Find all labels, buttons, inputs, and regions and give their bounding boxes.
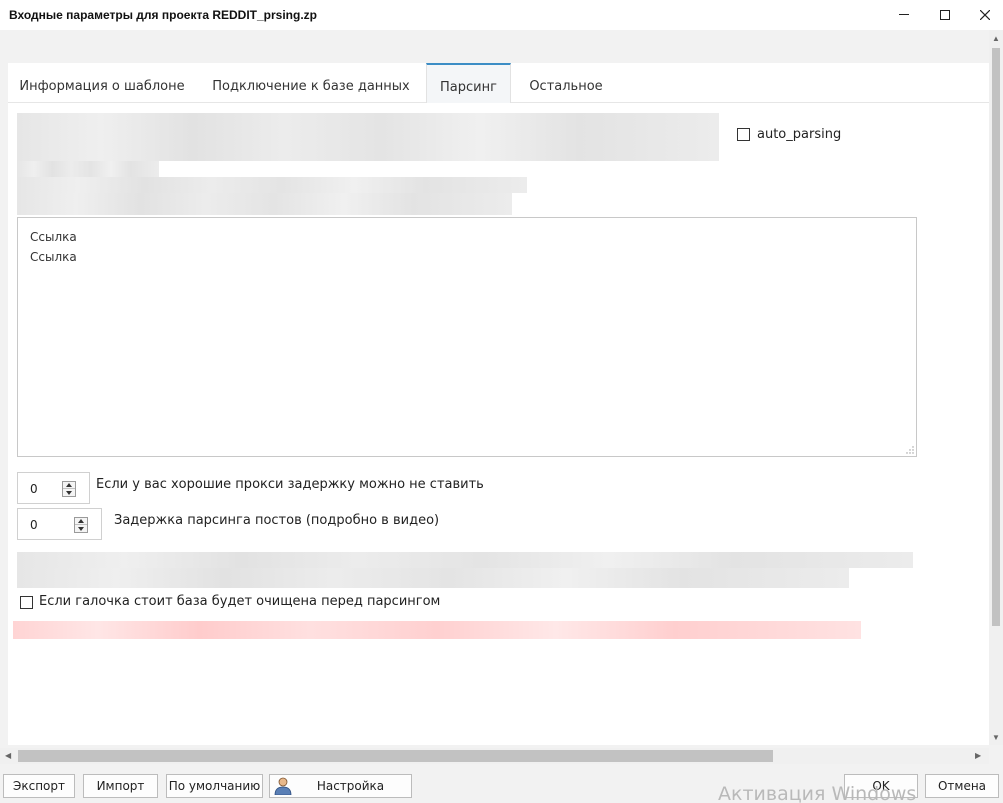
scroll-up-icon[interactable]: ▲ <box>992 34 1000 43</box>
window-title: Входные параметры для проекта REDDIT_prs… <box>9 8 318 22</box>
post-delay-label: Задержка парсинга постов (подробно в вид… <box>114 513 440 528</box>
toolbar-strip <box>0 30 989 63</box>
post-delay-spinner[interactable]: 0 <box>17 508 102 540</box>
tab-bar: Информация о шаблоне Подключение к базе … <box>8 63 989 103</box>
spin-down-icon[interactable] <box>63 489 75 496</box>
scroll-left-icon[interactable]: ◀ <box>5 751 11 760</box>
delay-label: Если у вас хорошие прокси задержку можно… <box>96 477 484 492</box>
close-button[interactable] <box>967 0 1003 30</box>
tab-template-info[interactable]: Информация о шаблоне <box>16 63 188 103</box>
redacted-text <box>17 113 719 129</box>
horizontal-scrollbar[interactable]: ◀ ▶ <box>0 748 989 764</box>
links-line: Ссылка <box>30 250 77 264</box>
delay-spinner[interactable]: 0 <box>17 472 90 504</box>
maximize-icon <box>940 10 950 20</box>
redacted-text <box>17 177 527 193</box>
clear-db-checkbox[interactable] <box>20 596 33 609</box>
vertical-scrollbar[interactable]: ▲ ▼ <box>989 30 1003 745</box>
close-icon <box>980 10 990 20</box>
delay-value[interactable]: 0 <box>30 482 38 496</box>
auto-parsing-label: auto_parsing <box>757 127 842 142</box>
dialog-window: Входные параметры для проекта REDDIT_prs… <box>0 0 1003 803</box>
spin-up-icon[interactable] <box>75 518 87 525</box>
delay-spinner-buttons[interactable] <box>62 481 76 497</box>
tab-database-connection[interactable]: Подключение к базе данных <box>211 63 411 103</box>
auto-parsing-checkbox[interactable] <box>737 128 750 141</box>
cancel-button[interactable]: Отмена <box>925 774 999 798</box>
spin-up-icon[interactable] <box>63 482 75 489</box>
resize-grip-icon[interactable] <box>906 446 914 454</box>
profile-settings-button[interactable]: Настройка профиля <box>269 774 412 803</box>
post-delay-value[interactable]: 0 <box>30 518 38 532</box>
spin-down-icon[interactable] <box>75 525 87 532</box>
title-bar: Входные параметры для проекта REDDIT_prs… <box>0 0 1003 30</box>
clear-db-label: Если галочка стоит база будет очищена пе… <box>39 594 441 609</box>
default-button[interactable]: По умолчанию <box>166 774 263 798</box>
redacted-warning-text <box>13 621 861 639</box>
redacted-text <box>17 129 719 145</box>
tab-parsing[interactable]: Парсинг <box>426 63 511 103</box>
redacted-text <box>17 552 913 568</box>
horizontal-scroll-thumb[interactable] <box>18 750 773 762</box>
redacted-text <box>17 161 159 177</box>
links-textarea[interactable]: Ссылка Ссылка <box>17 217 917 457</box>
redacted-text <box>17 568 849 588</box>
minimize-icon <box>899 14 909 15</box>
import-button[interactable]: Импорт <box>83 774 158 798</box>
post-delay-spinner-buttons[interactable] <box>74 517 88 533</box>
vertical-scroll-thumb[interactable] <box>992 48 1000 626</box>
scroll-right-icon[interactable]: ▶ <box>975 751 981 760</box>
links-line: Ссылка <box>30 230 77 244</box>
maximize-button[interactable] <box>927 0 963 30</box>
redacted-text <box>17 193 512 215</box>
minimize-button[interactable] <box>886 0 922 30</box>
redacted-text <box>17 145 719 161</box>
user-profile-icon <box>274 777 292 795</box>
scroll-down-icon[interactable]: ▼ <box>992 733 1000 742</box>
tab-other[interactable]: Остальное <box>526 63 606 103</box>
export-button[interactable]: Экспорт <box>3 774 75 798</box>
windows-activation-watermark: Активация Windows <box>718 783 917 803</box>
profile-settings-label: Настройка профиля <box>316 779 385 803</box>
